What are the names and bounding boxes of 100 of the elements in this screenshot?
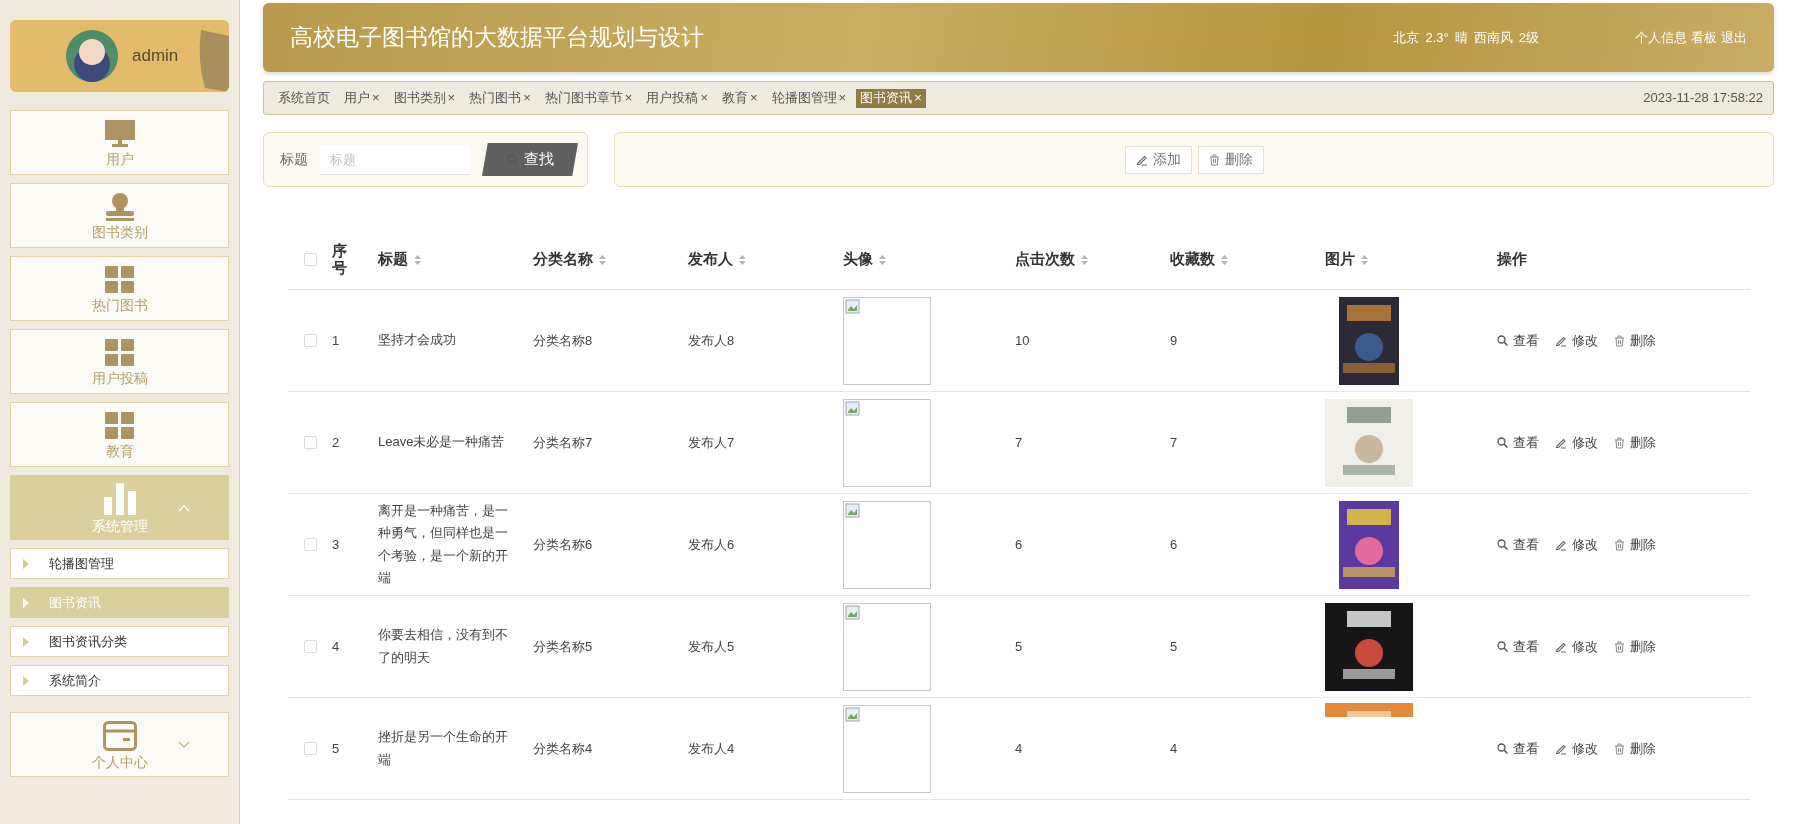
delete-button[interactable]: 删除 bbox=[1614, 636, 1656, 657]
trash-icon bbox=[1614, 538, 1625, 551]
bar-chart-icon bbox=[103, 482, 136, 515]
card-icon bbox=[102, 720, 137, 751]
edit-button[interactable]: 修改 bbox=[1555, 636, 1598, 657]
table-cell: 4 bbox=[1015, 740, 1023, 756]
delete-button[interactable]: 删除 bbox=[1614, 330, 1656, 351]
close-icon[interactable]: × bbox=[749, 88, 758, 108]
table-cell-text: 坚持才会成功 bbox=[378, 331, 457, 350]
table-cell: 4 bbox=[1170, 740, 1178, 756]
table-cell: 7 bbox=[1015, 434, 1023, 450]
tab[interactable]: 图书资讯× bbox=[856, 88, 926, 108]
search-label: 标题 bbox=[280, 150, 308, 169]
column-header[interactable]: 图片 bbox=[1325, 248, 1368, 271]
weather-text: 2级 bbox=[1518, 28, 1539, 47]
delete-button[interactable]: 删除 bbox=[1614, 534, 1656, 555]
close-icon[interactable]: × bbox=[447, 88, 456, 108]
column-header[interactable]: 标题 bbox=[378, 248, 421, 271]
sort-icon[interactable] bbox=[1081, 254, 1088, 265]
column-header: 操作 bbox=[1497, 249, 1527, 270]
checkbox[interactable] bbox=[303, 334, 317, 347]
close-icon[interactable]: × bbox=[624, 88, 633, 108]
view-button[interactable]: 查看 bbox=[1497, 738, 1539, 759]
weather-text: 北京 bbox=[1393, 28, 1420, 47]
close-icon[interactable]: × bbox=[700, 88, 708, 108]
delete-button[interactable]: 删除 bbox=[1197, 145, 1264, 174]
close-icon[interactable]: × bbox=[372, 88, 380, 108]
edit-button[interactable]: 修改 bbox=[1555, 738, 1598, 759]
table-cell: 分类名称8 bbox=[533, 332, 593, 348]
table-cell: 发布人7 bbox=[688, 434, 735, 450]
submenu-item[interactable]: 轮播图管理 bbox=[10, 548, 229, 579]
submenu-item[interactable]: 图书资讯分类 bbox=[10, 626, 229, 657]
search-button[interactable]: 查找 bbox=[482, 143, 578, 176]
search-icon bbox=[1497, 335, 1508, 346]
view-button[interactable]: 查看 bbox=[1497, 330, 1539, 351]
column-header[interactable]: 发布人 bbox=[688, 248, 746, 271]
table-cell-text: 挫折是另一个生命的开端 bbox=[378, 728, 509, 769]
column-header: 序号 bbox=[332, 243, 348, 276]
pencil-icon bbox=[1555, 334, 1567, 347]
column-header[interactable]: 点击次数 bbox=[1015, 248, 1088, 271]
pencil-icon bbox=[1555, 640, 1567, 653]
close-icon[interactable]: × bbox=[523, 88, 531, 108]
sort-icon[interactable] bbox=[1221, 254, 1228, 265]
checkbox[interactable] bbox=[303, 436, 317, 449]
view-button[interactable]: 查看 bbox=[1497, 432, 1539, 453]
delete-button[interactable]: 删除 bbox=[1614, 432, 1656, 453]
edit-button[interactable]: 修改 bbox=[1555, 432, 1598, 453]
corner-decoration bbox=[197, 30, 229, 92]
tab[interactable]: 轮播图管理× bbox=[767, 88, 851, 108]
table-cell: 分类名称7 bbox=[533, 434, 593, 450]
table-cell: 2 bbox=[332, 434, 340, 450]
sort-icon[interactable] bbox=[414, 254, 421, 265]
user-icon bbox=[103, 192, 136, 221]
tab[interactable]: 系统首页 bbox=[274, 88, 334, 108]
close-icon[interactable]: × bbox=[838, 88, 847, 108]
edit-button[interactable]: 修改 bbox=[1555, 534, 1598, 555]
checkbox[interactable] bbox=[303, 253, 317, 266]
caret-icon bbox=[23, 636, 29, 647]
weather-text: 西南风 bbox=[1473, 28, 1513, 47]
table-cell: 1 bbox=[332, 332, 340, 348]
tab[interactable]: 用户× bbox=[340, 88, 384, 108]
tab[interactable]: 教育× bbox=[717, 88, 762, 108]
tab[interactable]: 热门图书× bbox=[465, 88, 535, 108]
checkbox[interactable] bbox=[303, 742, 317, 755]
sort-icon[interactable] bbox=[739, 254, 746, 265]
tab[interactable]: 用户投稿× bbox=[642, 88, 712, 108]
table-cell: 6 bbox=[1170, 536, 1178, 552]
tab[interactable]: 图书类别× bbox=[389, 88, 460, 108]
table-cell: 6 bbox=[1015, 536, 1023, 552]
monitor-icon bbox=[104, 119, 135, 148]
sort-icon[interactable] bbox=[879, 254, 886, 265]
pencil-icon bbox=[1555, 436, 1567, 449]
column-header[interactable]: 头像 bbox=[843, 248, 886, 271]
close-icon[interactable]: × bbox=[914, 88, 922, 108]
sort-icon[interactable] bbox=[599, 254, 606, 265]
delete-button[interactable]: 删除 bbox=[1614, 738, 1656, 759]
column-header[interactable]: 收藏数 bbox=[1170, 248, 1228, 271]
checkbox[interactable] bbox=[303, 538, 317, 551]
table-cell: 10 bbox=[1015, 332, 1030, 348]
sort-icon[interactable] bbox=[1361, 254, 1368, 265]
tab[interactable]: 热门图书章节× bbox=[540, 88, 637, 108]
pencil-icon bbox=[1555, 742, 1567, 755]
view-button[interactable]: 查看 bbox=[1497, 636, 1539, 657]
submenu-item[interactable]: 系统简介 bbox=[10, 665, 229, 696]
table-cell: 7 bbox=[1170, 434, 1178, 450]
view-button[interactable]: 查看 bbox=[1497, 534, 1539, 555]
search-icon bbox=[1497, 437, 1508, 448]
table-cell: 发布人4 bbox=[688, 740, 735, 756]
search-field[interactable]: 标题 bbox=[320, 144, 470, 175]
checkbox[interactable] bbox=[303, 640, 317, 653]
edit-button[interactable]: 修改 bbox=[1555, 330, 1598, 351]
column-header[interactable]: 分类名称 bbox=[533, 248, 606, 271]
table-cell: 发布人5 bbox=[688, 638, 735, 654]
search-icon bbox=[1497, 743, 1508, 754]
trash-icon bbox=[1614, 436, 1625, 449]
table-cell: 9 bbox=[1170, 332, 1178, 348]
pencil-icon bbox=[1555, 538, 1567, 551]
add-button[interactable]: 添加 bbox=[1124, 145, 1192, 174]
search-icon bbox=[1497, 539, 1508, 550]
avatar bbox=[66, 30, 118, 82]
